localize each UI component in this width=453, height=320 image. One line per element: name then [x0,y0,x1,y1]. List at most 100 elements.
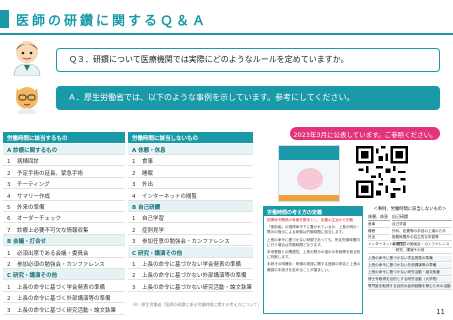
table-row: 2 予定手術の延長、緊急手術 [3,167,125,178]
guide-paragraph: 上長の命令に基づかない研鑽であっても、所定労働時間内に行う場合は労働時間となりま… [267,237,360,247]
title-accent [0,10,9,28]
doctor-avatar-icon [10,38,44,77]
examples-caption: ＜事例、労働時間に該当しないもの＞ [373,207,447,212]
row-label: 自己学習 [142,216,165,223]
publication-banner: 2023年3月に公表しています。ご参照ください。 [290,127,440,140]
row-number: 6 [7,216,11,223]
row-label: 上長の命令に基づく外部講演等の準備 [17,296,111,303]
row-number: 1 [132,216,136,223]
row-number: 7 [7,227,11,234]
examples-subcaption: 研究、講演その他 [368,248,452,254]
page-title: 医師の研鑽に関するＱ＆Ａ [16,14,209,29]
table-category-row: C 研究・講演その他 [3,269,125,281]
example-research-row: 上長の命令に基づかない外部講演等の準備 [368,263,452,269]
title-underline [0,33,453,35]
example-rest-cell: 睡眠 [368,229,390,235]
table-footnote: （※）厚生労働省「医師の研鑽に係る労働時間に関する考え方について」 [130,302,262,307]
row-number: 1 [7,284,11,291]
row-number: 2 [7,262,11,268]
example-rest-cell: 食事 [368,222,390,228]
row-label: 予定手術の延長、緊急手術 [17,170,84,177]
table-row: 3 外出 [128,178,253,190]
example-research-row: 専門医を取得する目的の症例経験を積むための活動 [368,284,452,290]
example-study-cell: 自己学習 [392,222,452,228]
table-row: 2 上長の命令に基づく外部講演等の準備 [3,292,125,304]
row-label: C 研究・講演その他 [7,273,57,280]
title-bar: 医師の研鑽に関するＱ＆Ａ [0,4,453,35]
table-row: 1 上長の命令に基づく学会発表の準備 [3,281,125,292]
table-row: 3 上長の命令に基づく研究活動・論文執筆 [3,304,125,315]
guide-body: 指揮命令関係の有無を基本とし、定義の主旨から判断 「使用者」の指揮命令下に置かれ… [267,218,361,275]
booklet-header-band [279,146,339,160]
row-number: 4 [7,193,11,200]
table-row: 2 参加必須の勉強会・カンファレンス [3,258,125,269]
page-number: 11 [436,308,445,316]
row-number: 5 [7,205,11,211]
table-row: 1 上長の命令に基づかない学会発表の準備 [128,258,253,269]
row-number: 3 [132,284,136,291]
examples-panel: ＜事例、労働時間に該当しないもの＞ 休憩、休息 自己研鑽 食事 自己学習 睡眠 外科、… [368,206,452,302]
table-category-row: B 会議・打合せ [3,235,125,247]
example-research-row: 上長の命令に基づかない学会発表の準備 [368,256,452,262]
table-row: 3 チーティング [3,178,125,190]
row-label: 上長の命令に基づかない外部講演等の準備 [142,273,247,280]
booklet-footer-band [279,195,339,201]
row-label: 参加任意の勉強会・カンファレンス [142,239,230,246]
example-research-row: 上長の命令に基づかない研究活動・論文執筆 [368,270,452,276]
guide-paragraph: 「使用者」の指揮命令下に置かれているか、上長の明示・黙示の指示による研鑽は労働時… [267,225,361,235]
example-study-cell: 参加任意の勉強会・カンファレンス [392,242,452,248]
row-label: C 研究・講演その他 [132,250,182,257]
examples-head-rest: 休憩、休息 [368,214,390,221]
table-row: 4 インターネットの閲覧 [128,190,253,201]
table-row: 1 自己学習 [128,212,253,224]
table-category-row: B 自己研鑽 [128,201,253,212]
row-label: 参加必須の勉強会・カンファレンス [17,262,105,268]
guide-panel: 労働時間の考え方の定義 指揮命令関係の有無を基本とし、定義の主旨から判断 「使用… [263,206,363,314]
table-row: 4 サマリー作成 [3,190,125,201]
row-number: 4 [132,193,136,200]
row-label: A 休憩・休息 [132,148,166,154]
row-label: 診療上必要不可欠な情報収集 [17,227,89,234]
row-label: A 診療に関するもの [7,148,58,154]
guide-paragraph: 本来業務との関連性、上長の黙示の指示の有無等を総合的に判断します。 [267,250,361,260]
guide-lead: 指揮命令関係の有無を基本とし、定義の主旨から判断 [267,218,354,222]
table-row: 2 上長の命令に基づかない外部講演等の準備 [128,269,253,281]
row-number: 3 [132,182,136,189]
row-label: 症例見学 [142,227,165,234]
table-row: 3 上長の命令に基づかない研究活動・論文執筆 [128,281,253,292]
row-label: 外来の準備 [17,205,45,211]
table-category-row: C 研究・講演その他 [128,246,253,258]
row-number: 3 [132,239,136,246]
table-row: 1 必須出席である会議・委員会 [3,247,125,258]
row-number: 2 [132,227,136,234]
example-rest-cell: インターネットの閲覧 [368,241,404,248]
row-label: チーティング [17,182,50,189]
col1-header: 労働時間に該当するもの [3,132,125,143]
booklet-illustration [297,168,323,190]
guide-booklet-image [278,145,340,202]
row-number: 3 [7,307,11,314]
table-row: 2 症例見学 [128,224,253,235]
row-number: 1 [132,262,136,268]
example-research-row: 博士号取得を目的とする研究活動（大学院） [368,277,452,283]
guide-title: 労働時間の考え方の定義 [264,207,362,216]
row-number: 1 [7,250,11,257]
example-study-cell: 勤務時間外の自主的な学習等 [392,235,452,241]
question-box: Ｑ３．研鑽について医療機関では実際にどのようなルールを定めていますか。 [56,48,440,72]
row-label: 上長の命令に基づかない研究活動・論文執筆 [142,284,253,291]
cat-avatar-icon [12,82,42,114]
row-label: インターネットの閲覧 [142,193,198,200]
qr-code [356,146,408,198]
examples-head-study: 自己研鑽 [392,214,452,221]
table-row: 1 食事 [128,155,253,167]
table-row: 3 参加任意の勉強会・カンファレンス [128,235,253,247]
example-rest-cell: 外出 [368,235,390,241]
answer-text: Ａ．厚生労働省では、以下のような事例を示しています。参考にしてください。 [68,93,355,102]
row-number: 1 [7,159,11,166]
row-label: 病棟回診 [17,159,40,166]
row-number: 3 [7,182,11,189]
row-label: サマリー作成 [17,193,51,200]
row-label: オーダーチェック [17,216,62,223]
row-number: 2 [132,273,136,280]
row-number: 2 [7,296,11,303]
